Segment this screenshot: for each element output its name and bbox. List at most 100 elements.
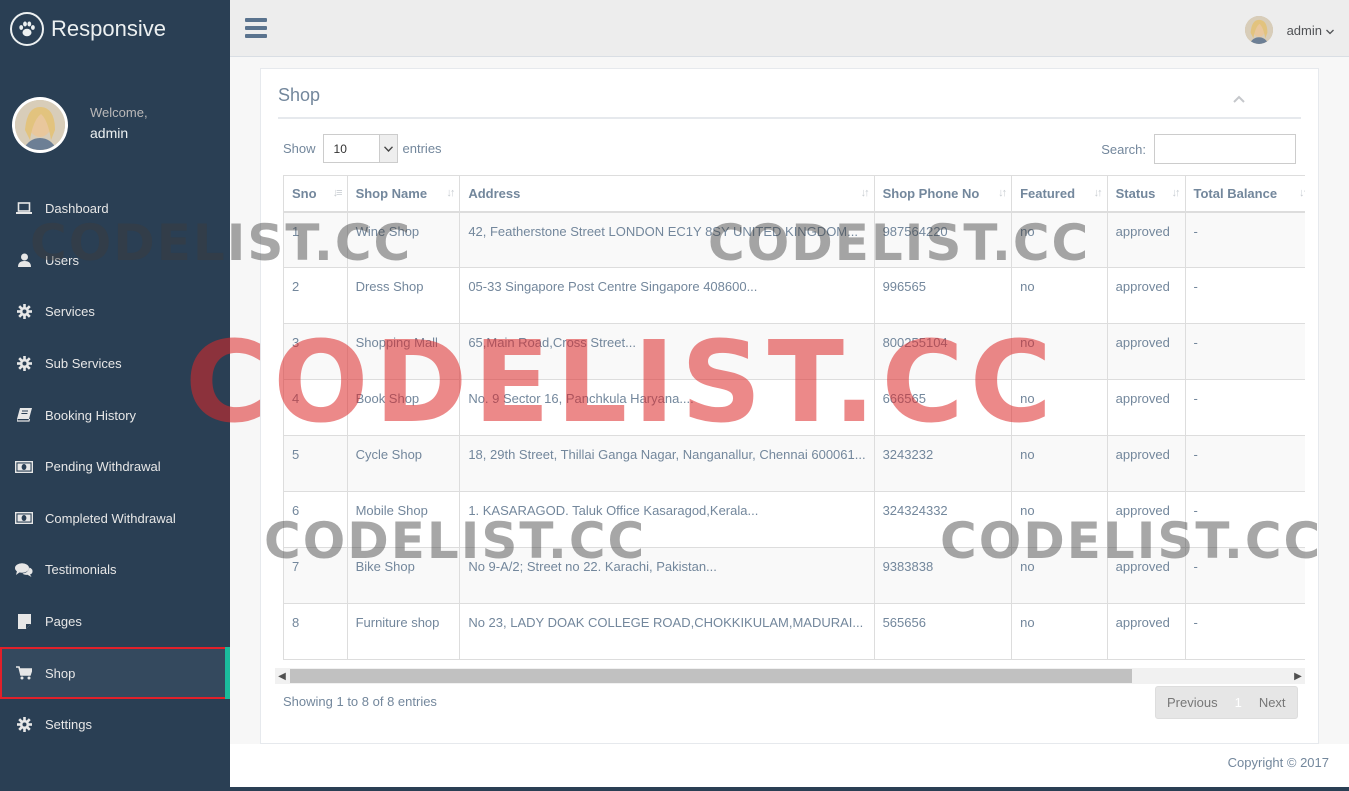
horizontal-scrollbar[interactable]: ◀ ▶ [275,668,1305,684]
next-button[interactable]: Next [1248,687,1297,718]
column-header-address[interactable]: Address ↓↑ [459,175,875,213]
footer: Copyright © 2017 [230,744,1349,788]
column-header-featured[interactable]: Featured ↓↑ [1011,175,1108,213]
sort-icon: ↓↑ [998,187,1007,199]
sort-asc-icon: ↓≡ [332,187,343,199]
sidebar-item-dashboard[interactable]: Dashboard [0,183,230,235]
chevron-up-icon[interactable] [1233,91,1245,106]
menu-toggle-icon[interactable] [245,18,267,42]
cell-featured: no [1011,323,1108,380]
cell-status: approved [1106,491,1186,548]
cell-status: approved [1106,547,1186,604]
cell-total-balance: - [1184,267,1305,324]
entries-select[interactable]: 10 [322,134,398,163]
sidebar-item-completed-withdrawal[interactable]: Completed Withdrawal [0,493,230,545]
cell-sno: 7 [283,547,348,604]
previous-button[interactable]: Previous [1156,687,1229,718]
cell-phone: 3243232 [873,435,1013,492]
page-title: Shop [278,85,321,105]
column-header-sno[interactable]: Sno ↓≡ [283,175,348,213]
brand[interactable]: Responsive [0,0,230,57]
money-icon [15,459,33,475]
search-input[interactable] [1154,134,1296,164]
sidebar-item-label: Dashboard [45,201,109,217]
cart-icon [15,665,33,681]
search-control: Search: [1101,134,1296,164]
cell-total-balance: - [1184,435,1305,492]
sidebar-item-settings[interactable]: Settings [0,699,230,751]
table-row: 1 Wine Shop 42, Featherstone Street LONDON… [283,211,1305,268]
cell-status: approved [1106,603,1186,660]
shop-table: Sno ↓≡ Shop Name ↓↑ Address ↓↑ Shop Phone N… [283,175,1305,660]
sidebar-item-label: Sub Services [45,356,122,372]
sidebar: Responsive Welcome, admin Dashboard User… [0,0,230,791]
cell-address: 42, Featherstone Street LONDON EC1Y 8SY … [459,211,875,268]
sidebar-item-pending-withdrawal[interactable]: Pending Withdrawal [0,441,230,493]
sidebar-item-sub-services[interactable]: Sub Services [0,338,230,390]
cell-shop-name: Mobile Shop [346,491,461,548]
chevron-down-icon [378,135,397,162]
cell-total-balance: - [1184,211,1305,268]
sidebar-item-pages[interactable]: Pages [0,596,230,648]
scrollbar-thumb[interactable] [290,669,1132,683]
sidebar-item-services[interactable]: Services [0,286,230,338]
shop-panel: Shop Show 10 entries Search: Sno ↓≡ Shop … [260,68,1319,744]
sort-icon: ↓↑ [1093,187,1103,199]
column-header-shop-name[interactable]: Shop Name ↓↑ [346,175,461,213]
cell-sno: 4 [283,379,348,436]
cell-total-balance: - [1184,379,1305,436]
cell-total-balance: - [1184,547,1305,604]
column-header-phone[interactable]: Shop Phone No ↓↑ [873,175,1013,213]
cell-phone: 666565 [873,379,1013,436]
profile-username: admin [90,125,129,141]
sidebar-item-label: Pages [45,614,82,630]
column-header-status[interactable]: Status ↓↑ [1106,175,1186,213]
cell-phone: 987564220 [873,211,1013,268]
cell-shop-name: Cycle Shop [346,435,461,492]
cell-address: 05-33 Singapore Post Centre Singapore 40… [459,267,875,324]
cell-sno: 1 [283,211,348,268]
chevron-left-icon[interactable]: ◀ [275,668,289,684]
table-container: Sno ↓≡ Shop Name ↓↑ Address ↓↑ Shop Phone N… [283,175,1305,662]
cell-phone: 800255104 [873,323,1013,380]
table-row: 5 Cycle Shop 18, 29th Street, Thillai Gang… [283,435,1305,492]
cell-shop-name: Book Shop [346,379,461,436]
table-header-row: Sno ↓≡ Shop Name ↓↑ Address ↓↑ Shop Phone N… [283,175,1305,213]
cell-shop-name: Bike Shop [346,547,461,604]
sidebar-item-shop[interactable]: Shop [0,647,230,699]
table-row: 7 Bike Shop No 9-A/2; Street no 22. Karach… [283,547,1305,604]
avatar [12,97,68,153]
chevron-right-icon[interactable]: ▶ [1291,668,1305,684]
sidebar-item-label: Users [45,252,79,268]
entries-value: 10 [333,141,347,156]
table-info: Showing 1 to 8 of 8 entries [283,694,437,709]
sort-icon: ↓↑ [1299,187,1305,199]
user-dropdown[interactable]: admin [1244,16,1334,44]
sort-icon: ↓↑ [860,187,870,199]
cell-featured: no [1011,547,1108,604]
cell-sno: 6 [283,491,348,548]
top-navbar: admin [230,0,1349,57]
cell-status: approved [1106,435,1186,492]
cell-featured: no [1011,267,1108,324]
book-icon [15,407,33,423]
sidebar-item-users[interactable]: Users [0,235,230,287]
sidebar-item-booking-history[interactable]: Booking History [0,389,230,441]
cell-shop-name: Wine Shop [346,211,461,268]
brand-name: Responsive [51,15,166,41]
length-control: Show 10 entries [283,134,442,163]
cell-featured: no [1011,211,1108,268]
column-header-total-balance[interactable]: Total Balance↓↑ [1184,175,1305,213]
sidebar-item-testimonials[interactable]: Testimonials [0,544,230,596]
cell-phone: 996565 [873,267,1013,324]
cell-sno: 5 [283,435,348,492]
sidebar-menu: Dashboard Users Services Sub Services Bo… [0,183,230,751]
cell-status: approved [1106,323,1186,380]
page-1-button[interactable]: 1 [1228,687,1248,718]
cell-featured: no [1011,435,1108,492]
sidebar-item-label: Shop [45,665,76,681]
sort-icon: ↓↑ [446,187,455,199]
cell-phone: 9383838 [873,547,1013,604]
file-icon [15,614,33,630]
show-label: Show [283,141,316,156]
